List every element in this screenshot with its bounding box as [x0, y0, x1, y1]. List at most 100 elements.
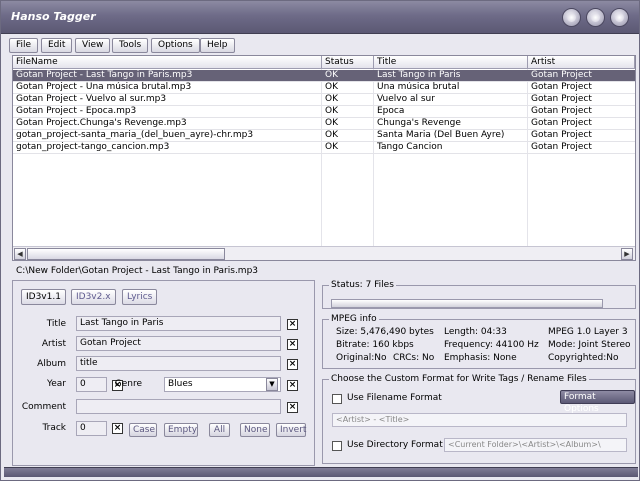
close-button[interactable]: [610, 8, 629, 27]
scroll-right-icon[interactable]: ▶: [621, 248, 633, 260]
mpeg-length: Length: 04:33: [444, 327, 507, 337]
cell-artist: Gotan Project: [531, 130, 592, 140]
file-list[interactable]: FileName Status Title Artist Gotan Proje…: [12, 55, 636, 261]
cell-title: Tango Cancion: [377, 142, 443, 152]
mpeg-size: Size: 5,476,490 bytes: [336, 327, 434, 337]
cell-filename: gotan_project-santa_maria_(del_buen_ayre…: [16, 130, 254, 140]
column-header-title[interactable]: Title: [374, 56, 528, 69]
column-header-filename[interactable]: FileName: [13, 56, 322, 69]
column-header-status[interactable]: Status: [322, 56, 374, 69]
artist-field[interactable]: Gotan Project: [76, 336, 281, 351]
cell-filename: Gotan Project - Época.mp3: [16, 106, 137, 116]
clear-title-icon[interactable]: ×: [287, 319, 298, 330]
clear-track-icon[interactable]: ×: [112, 423, 123, 434]
window-title: Hanso Tagger: [11, 10, 96, 23]
progress-bar: [331, 299, 603, 308]
empty-button[interactable]: Empty: [164, 423, 198, 437]
mpeg-info-title: MPEG info: [329, 314, 379, 325]
table-row[interactable]: gotan_project-tango_cancion.mp3 OK Tango C…: [13, 142, 635, 154]
tag-editor-panel: ID3v1.1 ID3v2.x Lyrics Title Last Tango …: [12, 280, 315, 466]
comment-field[interactable]: [76, 399, 281, 414]
minimize-button[interactable]: [562, 8, 581, 27]
directory-pattern-field[interactable]: <Current Folder>\<Artist>\<Album>\: [444, 438, 627, 452]
scroll-left-icon[interactable]: ◀: [14, 248, 26, 260]
filename-pattern-field[interactable]: <Artist> - <Title>: [332, 413, 627, 427]
mpeg-info-group: MPEG info Size: 5,476,490 bytes Length: …: [322, 314, 636, 369]
artist-label: Artist: [41, 339, 66, 349]
tab-id3v1[interactable]: ID3v1.1: [21, 289, 66, 305]
clear-album-icon[interactable]: ×: [287, 359, 298, 370]
cell-artist: Gotan Project: [531, 70, 592, 80]
mpeg-crcs: CRCs: No: [393, 353, 435, 363]
chevron-down-icon[interactable]: ▼: [266, 378, 278, 391]
cell-status: OK: [325, 70, 338, 80]
comment-label: Comment: [21, 402, 66, 412]
album-label: Album: [37, 359, 66, 369]
cell-title: Chunga's Revenge: [377, 118, 461, 128]
cell-title: Una música brutal: [377, 82, 460, 92]
tab-id3v2[interactable]: ID3v2.x: [71, 289, 116, 305]
cell-status: OK: [325, 142, 338, 152]
maximize-button[interactable]: [586, 8, 605, 27]
menu-help[interactable]: Help: [200, 38, 235, 53]
mpeg-frequency: Frequency: 44100 Hz: [444, 340, 539, 350]
filename-format-label: Use Filename Format: [347, 393, 442, 403]
genre-select[interactable]: Blues: [164, 377, 281, 392]
directory-format-checkbox[interactable]: [332, 441, 342, 451]
track-label: Track: [42, 423, 66, 433]
clear-comment-icon[interactable]: ×: [287, 402, 298, 413]
cell-title: Santa Maria (Del Buen Ayre): [377, 130, 505, 140]
title-bar[interactable]: Hanso Tagger: [1, 1, 639, 34]
column-header-artist[interactable]: Artist: [528, 56, 635, 69]
menu-file[interactable]: File: [9, 38, 39, 53]
cell-artist: Gotan Project: [531, 94, 592, 104]
tab-lyrics[interactable]: Lyrics: [122, 289, 158, 305]
table-row[interactable]: Gotan Project - Last Tango in Paris.mp3 O…: [13, 70, 635, 82]
mpeg-layer: MPEG 1.0 Layer 3: [548, 327, 628, 337]
cell-artist: Gotan Project: [531, 118, 592, 128]
filename-format-checkbox[interactable]: [332, 394, 342, 404]
table-row[interactable]: Gotan Project - Una música brutal.mp3 OK U…: [13, 82, 635, 94]
title-field[interactable]: Last Tango in Paris: [76, 316, 281, 331]
clear-artist-icon[interactable]: ×: [287, 339, 298, 350]
main-window: Hanso Tagger File Edit View Tools Option…: [0, 0, 640, 481]
scroll-thumb[interactable]: [27, 248, 225, 260]
format-title: Choose the Custom Format for Write Tags …: [329, 374, 589, 385]
select-all-button[interactable]: All: [209, 423, 230, 437]
case-button[interactable]: Case: [129, 423, 157, 437]
clear-genre-icon[interactable]: ×: [287, 380, 298, 391]
menu-bar: File Edit View Tools Options Help: [1, 35, 639, 55]
cell-artist: Gotan Project: [531, 142, 592, 152]
table-row[interactable]: gotan_project-santa_maria_(del_buen_ayre…: [13, 130, 635, 142]
menu-options[interactable]: Options: [151, 38, 200, 53]
cell-filename: Gotan Project - Last Tango in Paris.mp3: [16, 70, 193, 80]
cell-status: OK: [325, 82, 338, 92]
cell-filename: Gotan Project.Chunga's Revenge.mp3: [16, 118, 187, 128]
year-label: Year: [46, 379, 66, 389]
mpeg-copyrighted: Copyrighted:No: [548, 353, 619, 363]
invert-button[interactable]: Invert: [276, 423, 306, 437]
horizontal-scrollbar[interactable]: ◀ ▶: [13, 246, 635, 260]
table-row[interactable]: Gotan Project - Época.mp3 OK Época Gotan Pr…: [13, 106, 635, 118]
cell-title: Last Tango in Paris: [377, 70, 461, 80]
table-row[interactable]: Gotan Project - Vuelvo al sur.mp3 OK Vuelv…: [13, 94, 635, 106]
track-field[interactable]: 0: [76, 421, 107, 436]
status-group: Status: 7 Files: [322, 280, 636, 309]
menu-edit[interactable]: Edit: [41, 38, 73, 53]
cell-title: Vuelvo al sur: [377, 94, 435, 104]
mpeg-original: Original:No: [336, 353, 387, 363]
genre-label: Genre: [114, 379, 142, 389]
cell-status: OK: [325, 106, 338, 116]
format-options-button[interactable]: Format Options: [560, 390, 635, 414]
table-row[interactable]: Gotan Project.Chunga's Revenge.mp3 OK Chun…: [13, 118, 635, 130]
select-none-button[interactable]: None: [240, 423, 270, 437]
title-label: Title: [46, 319, 66, 329]
menu-tools[interactable]: Tools: [112, 38, 149, 53]
cell-filename: Gotan Project - Una música brutal.mp3: [16, 82, 192, 92]
cell-status: OK: [325, 130, 338, 140]
menu-view[interactable]: View: [75, 38, 111, 53]
current-file-path: C:\New Folder\Gotan Project - Last Tango…: [16, 266, 259, 276]
mpeg-bitrate: Bitrate: 160 kbps: [336, 340, 414, 350]
album-field[interactable]: title: [76, 356, 281, 371]
cell-filename: gotan_project-tango_cancion.mp3: [16, 142, 170, 152]
